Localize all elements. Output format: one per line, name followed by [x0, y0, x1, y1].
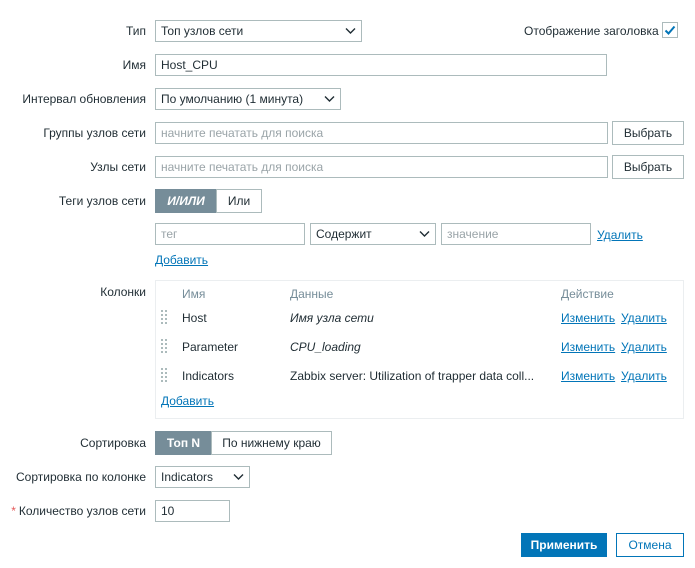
order-column-value: Indicators [161, 470, 214, 484]
chevron-down-icon [324, 96, 335, 102]
tag-name-input[interactable]: тег [155, 223, 305, 245]
column-remove-link[interactable]: Удалить [621, 369, 667, 383]
host-count-label-text: Количество узлов сети [18, 504, 146, 518]
refresh-select[interactable]: По умолчанию (1 минута) [155, 88, 341, 110]
drag-handle-icon[interactable] [161, 368, 167, 384]
type-label: Тип [125, 24, 146, 38]
chevron-down-icon [345, 28, 356, 34]
column-edit-link[interactable]: Изменить [561, 311, 615, 325]
tag-operator-select[interactable]: Содержит [310, 223, 436, 245]
order-label: Сортировка [80, 436, 146, 450]
hosts-label: Узлы сети [90, 160, 146, 174]
column-row-data: CPU_loading [290, 340, 361, 354]
column-edit-link[interactable]: Изменить [561, 369, 615, 383]
refresh-label: Интервал обновления [22, 92, 146, 106]
columns-label: Колонки [100, 285, 146, 299]
tag-value-input[interactable]: значение [441, 223, 591, 245]
show-header-label: Отображение заголовка [524, 24, 659, 38]
column-row-name: Host [182, 311, 207, 325]
refresh-select-value: По умолчанию (1 минута) [161, 92, 304, 106]
column-edit-link[interactable]: Изменить [561, 340, 615, 354]
checkmark-icon [664, 25, 676, 35]
type-select-value: Топ узлов сети [161, 24, 244, 38]
apply-button[interactable]: Применить [521, 533, 607, 557]
host-count-input[interactable]: 10 [155, 500, 230, 522]
column-row-data: Имя узла сети [290, 311, 374, 325]
required-mark: * [11, 504, 16, 518]
hosts-input[interactable]: начните печатать для поиска [155, 156, 608, 178]
host-groups-select-button[interactable]: Выбрать [612, 121, 684, 145]
host-groups-label: Группы узлов сети [43, 126, 146, 140]
hosts-select-button[interactable]: Выбрать [612, 155, 684, 179]
column-remove-link[interactable]: Удалить [621, 311, 667, 325]
name-input[interactable]: Host_CPU [155, 54, 607, 76]
columns-header-action: Действие [561, 287, 614, 301]
name-label: Имя [122, 58, 146, 72]
tags-and-or-option[interactable]: И/ИЛИ [155, 189, 217, 213]
column-row-data: Zabbix server: Utilization of trapper da… [290, 369, 535, 383]
tag-add-link[interactable]: Добавить [155, 253, 208, 267]
order-bottom-option[interactable]: По нижнему краю [211, 431, 332, 455]
column-row-name: Parameter [182, 340, 239, 354]
cancel-button[interactable]: Отмена [616, 533, 684, 557]
column-add-link[interactable]: Добавить [161, 394, 214, 408]
column-remove-link[interactable]: Удалить [621, 340, 667, 354]
tag-remove-link[interactable]: Удалить [597, 228, 643, 242]
show-header-checkbox[interactable] [662, 22, 678, 38]
columns-header-data: Данные [290, 287, 334, 301]
tag-operator-value: Содержит [316, 227, 372, 241]
type-select[interactable]: Топ узлов сети [155, 20, 362, 42]
chevron-down-icon [233, 474, 244, 480]
host-count-label: * Количество узлов сети [11, 504, 146, 518]
column-row-name: Indicators [182, 369, 235, 383]
columns-header-name: Имя [182, 287, 206, 301]
order-column-select[interactable]: Indicators [155, 466, 250, 488]
order-top-n-option[interactable]: Топ N [155, 431, 212, 455]
order-column-label: Сортировка по колонке [16, 470, 146, 484]
host-tags-label: Теги узлов сети [58, 194, 146, 208]
host-groups-input[interactable]: начните печатать для поиска [155, 122, 608, 144]
tags-or-option[interactable]: Или [216, 189, 262, 213]
chevron-down-icon [419, 231, 430, 237]
drag-handle-icon[interactable] [161, 310, 167, 326]
drag-handle-icon[interactable] [161, 339, 167, 355]
